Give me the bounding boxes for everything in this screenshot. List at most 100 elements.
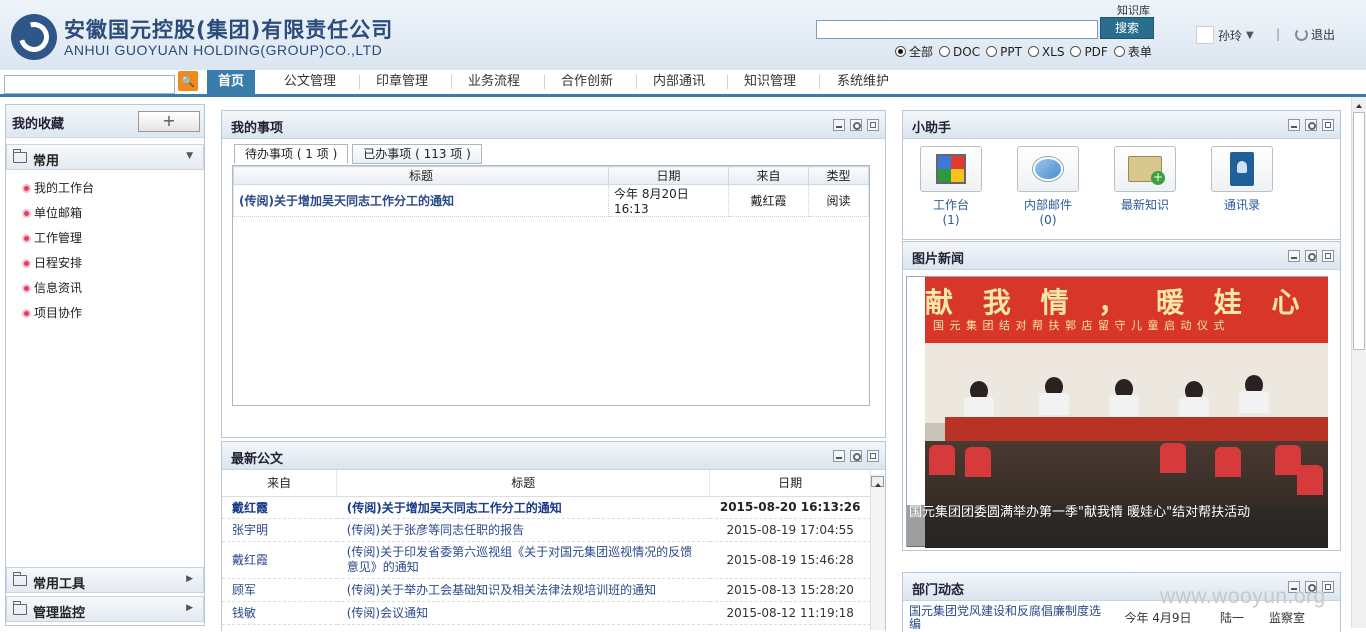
radio-icon[interactable] — [1027, 46, 1039, 57]
radio-icon[interactable] — [939, 46, 951, 57]
filter-option-form[interactable]: 表单 — [1113, 43, 1152, 60]
sidebar-item-work-management[interactable]: 工作管理 — [6, 226, 204, 251]
sidebar-item-information[interactable]: 信息资讯 — [6, 276, 204, 301]
filter-option-ppt[interactable]: PPT — [986, 43, 1022, 60]
scroll-up-icon[interactable] — [1352, 97, 1366, 111]
doc-title-link[interactable]: (传阅)关于张彦等同志任职的报告 — [336, 518, 710, 542]
nav-item-knowledge[interactable]: 知识管理 — [744, 70, 796, 94]
refresh-icon[interactable] — [850, 450, 862, 462]
nav-item-documents[interactable]: 公文管理 — [284, 70, 336, 94]
bullet-icon — [22, 259, 31, 268]
panel-header: 最新公文 — [222, 442, 885, 470]
nav-item-home[interactable]: 首页 — [207, 70, 255, 94]
nav-item-innovation[interactable]: 合作创新 — [561, 70, 613, 94]
doc-date: 2015-08-12 11:19:18 — [709, 601, 871, 625]
doc-title-link[interactable]: (传阅)关于印发省委第六巡视组《关于对国元集团巡视情况的反馈意见》的通知 — [336, 541, 710, 579]
maximize-icon[interactable] — [1322, 250, 1334, 262]
sidebar-item-workbench[interactable]: 我的工作台 — [6, 176, 204, 201]
table-row[interactable]: 顾军 (传阅)关于举办工会基础知识及相关法律法规培训班的通知 2015-08-1… — [222, 578, 871, 602]
contacts-icon — [1230, 152, 1254, 186]
scroll-up-icon[interactable] — [871, 476, 884, 487]
radio-icon[interactable] — [986, 46, 998, 57]
shortcut-latest-knowledge[interactable]: 最新知识 — [1113, 146, 1177, 227]
column-header[interactable]: 标题 — [233, 166, 609, 185]
nav-item-workflow[interactable]: 业务流程 — [468, 70, 520, 94]
sidebar-group-label: 管理监控 — [33, 606, 86, 621]
knowledge-search-button[interactable]: 搜索 — [1100, 17, 1154, 39]
minimize-icon[interactable] — [833, 119, 845, 131]
user-menu[interactable]: 孙玲 ▼ — [1196, 26, 1254, 44]
table-row[interactable]: 张宇明 (传阅)关于张彦等同志任职的报告 2015-08-19 17:04:55 — [222, 518, 871, 542]
filter-option-pdf[interactable]: PDF — [1070, 43, 1108, 60]
matter-title-link[interactable]: (传阅)关于增加吴天同志工作分工的通知 — [233, 184, 609, 217]
maximize-icon[interactable] — [867, 119, 879, 131]
banner-text: 献 我 情 ， 暖 娃 心 ” — [925, 286, 1328, 319]
sidebar-item-mailbox[interactable]: 单位邮箱 — [6, 201, 204, 226]
column-header[interactable]: 日期 — [608, 166, 729, 185]
knowledge-search-input[interactable] — [816, 20, 1098, 39]
table-row[interactable]: 戴红霞 (传阅)关于印发省委第六巡视组《关于对国元集团巡视情况的反馈意见》的通知… — [222, 541, 871, 579]
doc-date: 2015-08-20 16:13:26 — [709, 496, 871, 519]
shortcut-label: 工作台 — [932, 198, 969, 212]
refresh-icon[interactable] — [1305, 250, 1317, 262]
filter-option-doc[interactable]: DOC — [939, 43, 980, 60]
table-row[interactable]: (传阅)关于增加吴天同志工作分工的通知 今年 8月20日16:13 戴红霞 阅读 — [233, 184, 869, 217]
panel-header: 我的事项 — [222, 111, 885, 139]
logout-button[interactable]: 退出 — [1295, 26, 1335, 43]
add-favorite-button[interactable]: + — [138, 111, 200, 132]
table-row[interactable]: 钱敏 (传阅)会议通知 2015-08-12 11:19:18 — [222, 601, 871, 625]
doc-title-link[interactable]: (传阅)会议通知 — [336, 601, 710, 625]
chevron-right-icon[interactable]: ▶ — [186, 603, 193, 613]
sidebar-search-input[interactable] — [4, 75, 175, 94]
sidebar-item-projects[interactable]: 项目协作 — [6, 301, 204, 326]
nav-item-seal[interactable]: 印章管理 — [376, 70, 428, 94]
shortcut-workbench[interactable]: 工作台 (1) — [919, 146, 983, 227]
doc-title-link[interactable]: (传阅)关于举办工会基础知识及相关法律法规培训班的通知 — [336, 578, 710, 602]
column-header[interactable]: 来自 — [728, 166, 809, 185]
sidebar-group-common[interactable]: 常用 ▼ — [6, 144, 204, 170]
column-header[interactable]: 日期 — [709, 470, 871, 497]
nav-item-communication[interactable]: 内部通讯 — [653, 70, 705, 94]
documents-scrollbar[interactable] — [870, 474, 885, 630]
minimize-icon[interactable] — [833, 450, 845, 462]
sidebar-item-label: 我的工作台 — [34, 181, 95, 195]
radio-icon[interactable] — [1070, 46, 1082, 57]
table-row[interactable]: 戴红霞 (传阅)关于增加吴天同志工作分工的通知 2015-08-20 16:13… — [222, 496, 871, 519]
shortcut-internal-mail[interactable]: 内部邮件 (0) — [1016, 146, 1080, 227]
filter-option-all[interactable]: 全部 — [895, 43, 933, 60]
chevron-down-icon[interactable]: ▼ — [186, 151, 193, 161]
refresh-icon[interactable] — [850, 119, 862, 131]
avatar — [1196, 26, 1214, 44]
chevron-right-icon[interactable]: ▶ — [186, 574, 193, 584]
tab-done[interactable]: 已办事项 ( 113 项 ) — [352, 144, 482, 164]
column-header[interactable]: 类型 — [808, 166, 869, 185]
dept-news-title-link[interactable]: 国元集团党风建设和反腐倡廉制度选编 — [909, 605, 1109, 631]
doc-title-link[interactable]: (传阅)关于增加吴天同志工作分工的通知 — [336, 496, 710, 519]
page-scrollbar[interactable] — [1351, 97, 1366, 628]
maximize-icon[interactable] — [1322, 119, 1334, 131]
sidebar-item-schedule[interactable]: 日程安排 — [6, 251, 204, 276]
minimize-icon[interactable] — [1288, 119, 1300, 131]
scrollbar-thumb[interactable] — [1353, 112, 1365, 350]
chevron-down-icon[interactable]: ▼ — [1246, 30, 1254, 41]
nav-underline — [0, 94, 1366, 97]
shortcut-contacts[interactable]: 通讯录 — [1210, 146, 1274, 227]
news-photo[interactable]: 献 我 情 ， 暖 娃 心 ” 国 元 集 团 结 对 帮 扶 郭 店 留 守 … — [906, 276, 1328, 548]
filter-option-xls[interactable]: XLS — [1027, 43, 1064, 60]
tab-pending[interactable]: 待办事项 ( 1 项 ) — [234, 144, 349, 164]
minimize-icon[interactable] — [1288, 250, 1300, 262]
radio-icon[interactable] — [1113, 46, 1125, 57]
refresh-icon[interactable] — [1305, 119, 1317, 131]
sidebar-group-monitor[interactable]: 管理监控 ▶ — [6, 596, 204, 622]
column-header[interactable]: 标题 — [336, 470, 711, 497]
sidebar-group-tools[interactable]: 常用工具 ▶ — [6, 567, 204, 593]
column-header[interactable]: 来自 — [222, 470, 338, 497]
search-icon[interactable]: 🔍 — [178, 71, 198, 91]
news-caption[interactable]: 国元集团团委圆满举办第一季"献我情 暖娃心"结对帮扶活动 — [907, 505, 1328, 547]
nav-item-system[interactable]: 系统维护 — [837, 70, 889, 94]
panel-title: 最新公文 — [231, 452, 284, 467]
logout-label: 退出 — [1311, 28, 1336, 42]
matters-table-container: 标题 日期 来自 类型 (传阅)关于增加吴天同志工作分工的通知 今年 8月20日… — [232, 165, 870, 406]
maximize-icon[interactable] — [867, 450, 879, 462]
radio-icon[interactable] — [895, 46, 906, 57]
